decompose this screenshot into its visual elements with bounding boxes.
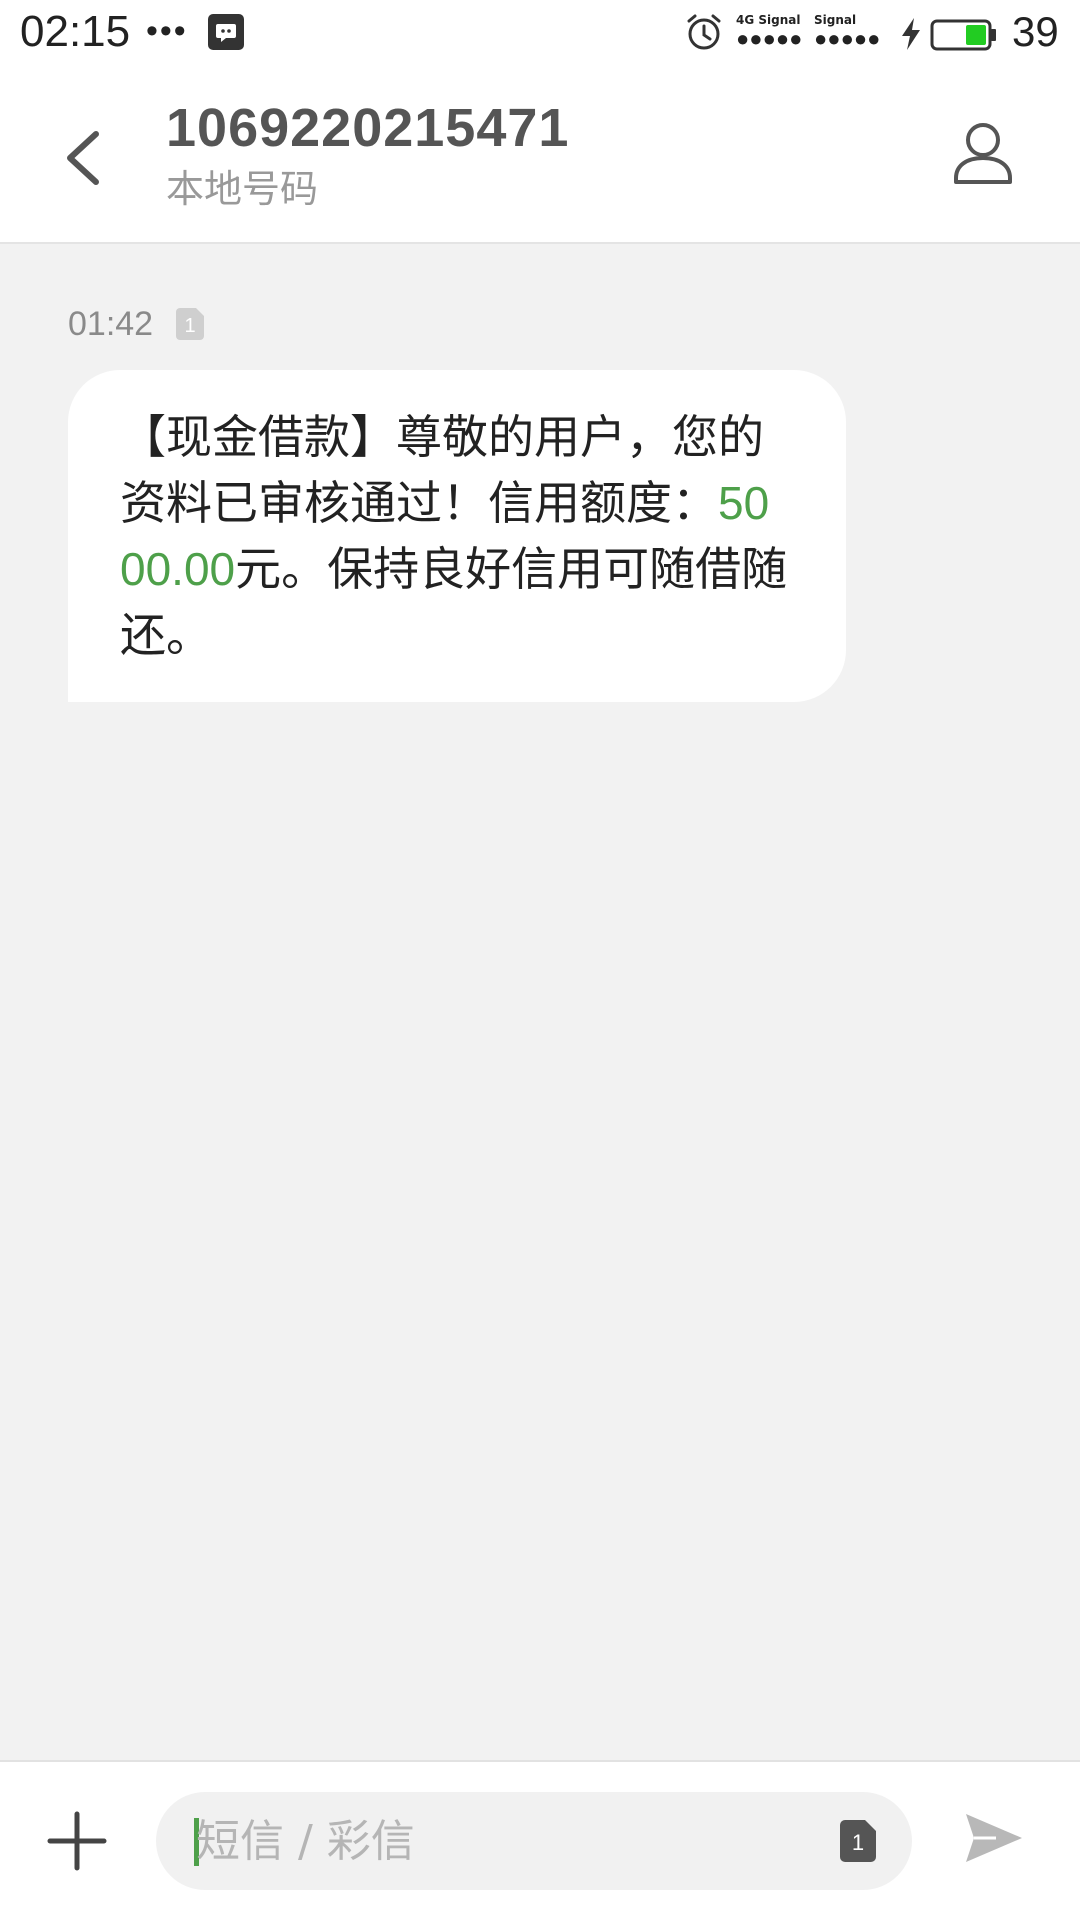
status-bar: 02:15 ••• 4G Signal ●●●●● Signal ●●●●● 3… <box>0 0 1080 64</box>
message-text: 【现金借款】尊敬的用户，您的资料已审核通过！信用额度：5000.00元。保持良好… <box>120 404 794 668</box>
sim-card-icon: 1 <box>176 308 205 340</box>
message-time: 01:42 <box>68 305 154 343</box>
back-icon[interactable] <box>60 126 108 190</box>
more-notifications-icon: ••• <box>146 12 188 50</box>
status-time: 02:15 <box>20 7 131 56</box>
message-meta: 01:42 1 <box>68 304 205 344</box>
signal-4g-dots: ●●●●● <box>736 26 803 51</box>
battery-icon <box>930 19 996 51</box>
app-notification-icon <box>208 14 244 50</box>
signal-4g-icon: 4G Signal ●●●●● <box>736 14 816 50</box>
contact-details-icon[interactable] <box>952 120 1014 186</box>
signal-4g-label: 4G Signal <box>736 13 801 27</box>
signal-2-label: Signal <box>814 13 857 27</box>
signal-2-icon: Signal ●●●●● <box>814 14 894 50</box>
message-thread[interactable]: 01:42 1 【现金借款】尊敬的用户，您的资料已审核通过！信用额度：5000.… <box>0 246 1080 1760</box>
message-text-before: 【现金借款】尊敬的用户，您的资料已审核通过！信用额度： <box>120 410 764 530</box>
battery-level: 39 <box>1012 8 1059 55</box>
alarm-icon <box>687 14 721 50</box>
sim-select-number: 1 <box>852 1830 864 1855</box>
charging-bolt-icon <box>902 18 920 50</box>
sim-number: 1 <box>185 315 196 337</box>
message-input-box[interactable]: 1 <box>156 1792 912 1890</box>
sim-select-icon[interactable]: 1 <box>840 1820 876 1862</box>
contact-number: 1069220215471 <box>166 98 570 158</box>
conversation-header: 1069220215471 本地号码 <box>0 64 1080 244</box>
message-input[interactable] <box>196 1792 776 1890</box>
signal-2-dots: ●●●●● <box>814 26 881 51</box>
composer-bar: 1 <box>0 1760 1080 1920</box>
send-icon[interactable] <box>962 1806 1026 1870</box>
add-attachment-button[interactable] <box>44 1808 110 1874</box>
message-bubble[interactable]: 【现金借款】尊敬的用户，您的资料已审核通过！信用额度：5000.00元。保持良好… <box>68 370 846 702</box>
contact-subtitle: 本地号码 <box>166 167 319 211</box>
